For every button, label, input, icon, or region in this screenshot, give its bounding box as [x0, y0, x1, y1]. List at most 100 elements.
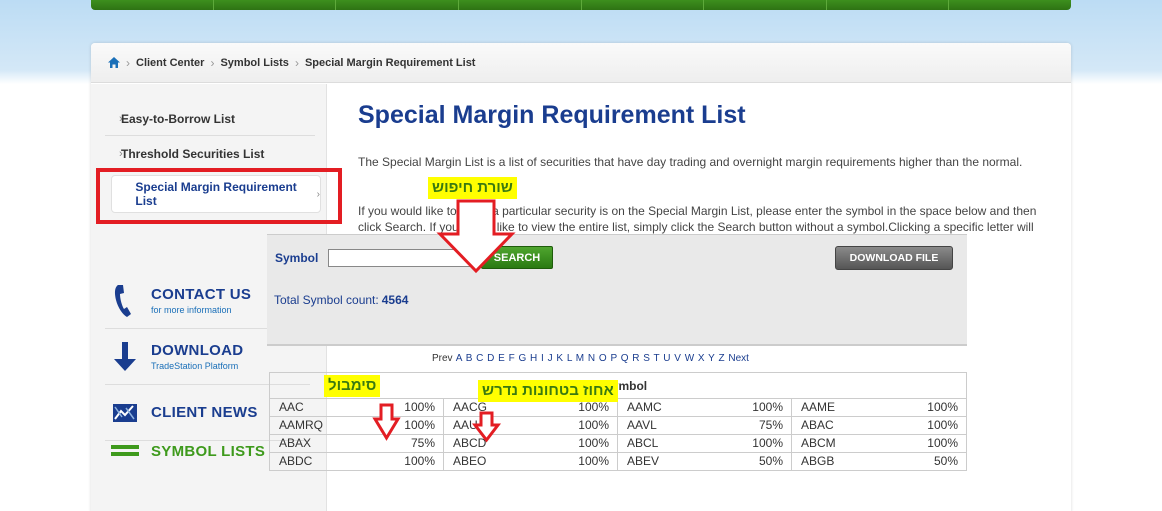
symbol-value[interactable]: ABCL — [627, 435, 658, 452]
breadcrumb-client-center[interactable]: Client Center — [136, 57, 204, 69]
margin-percent-value: 100% — [404, 454, 435, 468]
margin-percent-value: 100% — [578, 418, 609, 432]
margin-percent-value: 50% — [758, 454, 783, 468]
nav-segment[interactable] — [336, 0, 459, 10]
breadcrumb-separator: › — [210, 55, 215, 70]
table-row: ABDC 100% ABEO 100% ABEV 50% ABGB 50% — [270, 453, 966, 471]
symbol-value[interactable]: AAME — [801, 399, 835, 416]
news-chart-icon — [105, 403, 145, 423]
symbol-value[interactable]: ABGB — [801, 453, 834, 470]
chevron-right-icon: › — [119, 147, 123, 160]
margin-percent-value: 100% — [927, 436, 958, 450]
symbol-value[interactable]: ABDC — [279, 453, 312, 470]
table-row: AAC 100% AACG 100% AAMC 100% AAME 100% — [270, 399, 966, 417]
promo-title: SYMBOL LISTS — [151, 442, 266, 460]
table-cell[interactable]: ABEO 100% — [444, 453, 618, 470]
phone-icon — [105, 284, 145, 318]
nav-segment[interactable] — [949, 0, 1071, 10]
breadcrumb-symbol-lists[interactable]: Symbol Lists — [220, 57, 288, 69]
pagination-next[interactable]: Next — [728, 353, 749, 364]
annotation-margin-percent: אחוז בטחונות נדרש — [478, 380, 618, 402]
margin-percent-value: 100% — [578, 454, 609, 468]
table-cell[interactable]: ABCM 100% — [792, 435, 966, 452]
table-cell[interactable]: AAME 100% — [792, 399, 966, 416]
intro-paragraph: The Special Margin List is a list of sec… — [358, 155, 1023, 169]
table-cell[interactable]: AAMRQ 100% — [270, 417, 444, 434]
margin-percent-value: 100% — [404, 400, 435, 414]
margin-percent-value: 75% — [410, 436, 435, 450]
margin-percent-value: 100% — [752, 436, 783, 450]
download-arrow-icon — [105, 341, 145, 372]
table-cell[interactable]: ABEV 50% — [618, 453, 792, 470]
chevron-right-icon: › — [119, 112, 123, 125]
nav-segment[interactable] — [704, 0, 827, 10]
symbol-search-input[interactable] — [328, 249, 478, 267]
sidebar-item-easy-to-borrow[interactable]: › Easy-to-Borrow List — [105, 102, 315, 136]
sidebar-item-threshold-securities[interactable]: › Threshold Securities List — [105, 137, 315, 171]
sidebar-item-label: Threshold Securities List — [121, 146, 265, 161]
table-cell[interactable]: ABCD 100% — [444, 435, 618, 452]
margin-percent-value: 100% — [404, 418, 435, 432]
table-cell[interactable]: AAVL 75% — [618, 417, 792, 434]
symbol-value[interactable]: ABAC — [801, 417, 834, 434]
table-cell[interactable]: AAC 100% — [270, 399, 444, 416]
symbol-value[interactable]: AAU — [453, 417, 478, 434]
symbol-value[interactable]: ABEO — [453, 453, 486, 470]
margin-percent-value: 100% — [927, 400, 958, 414]
annotation-search-bar: שורת חיפוש — [428, 177, 517, 199]
breadcrumb-separator: › — [126, 55, 130, 70]
symbol-value[interactable]: ABCD — [453, 435, 486, 452]
symbol-value[interactable]: AAC — [279, 399, 304, 416]
pagination-letters[interactable]: A B C D E F G H I J K L M N O P Q R S T … — [456, 353, 725, 364]
search-button[interactable]: SEARCH — [481, 246, 553, 269]
breadcrumb: › Client Center › Symbol Lists › Special… — [91, 43, 1071, 83]
table-cell[interactable]: ABGB 50% — [792, 453, 966, 470]
symbol-value[interactable]: ABAX — [279, 435, 311, 452]
search-panel: Symbol SEARCH DOWNLOAD FILE Total Symbol… — [267, 234, 967, 346]
symbol-count-value: 4564 — [381, 293, 409, 307]
table-cell[interactable]: ABAX 75% — [270, 435, 444, 452]
table-row: ABAX 75% ABCD 100% ABCL 100% ABCM 100% — [270, 435, 966, 453]
symbol-value[interactable]: ABEV — [627, 453, 659, 470]
margin-percent-value: 50% — [933, 454, 958, 468]
margin-percent-value: 100% — [752, 400, 783, 414]
table-cell[interactable]: ABCL 100% — [618, 435, 792, 452]
table-cell[interactable]: AAU 100% — [444, 417, 618, 434]
pagination-prev[interactable]: Prev — [432, 353, 453, 364]
list-lines-icon — [105, 444, 145, 458]
sidebar-item-label: Easy-to-Borrow List — [121, 111, 236, 126]
annotation-symbol: סימבול — [324, 375, 381, 397]
symbol-value[interactable]: AAMRQ — [279, 417, 323, 434]
nav-segment[interactable] — [214, 0, 337, 10]
promo-title: CONTACT US — [151, 286, 252, 303]
promo-subtitle: TradeStation Platform — [151, 361, 239, 371]
table-row: AAMRQ 100% AAU 100% AAVL 75% ABAC 100% — [270, 417, 966, 435]
symbol-value[interactable]: AAMC — [627, 399, 662, 416]
home-icon[interactable] — [108, 57, 120, 68]
table-body: AAC 100% AACG 100% AAMC 100% AAME 100% AAMRQ 100%… — [270, 399, 966, 471]
symbol-count: Total Symbol count: 4564 — [274, 293, 408, 307]
table-cell[interactable]: ABDC 100% — [270, 453, 444, 470]
margin-percent-value: 100% — [578, 436, 609, 450]
symbol-count-label: Total Symbol count: — [274, 293, 379, 307]
annotation-red-box — [96, 168, 342, 224]
page-title: Special Margin Requirement List — [358, 101, 746, 129]
promo-title: DOWNLOAD — [151, 342, 244, 359]
nav-segment[interactable] — [827, 0, 950, 10]
top-navigation-bar — [91, 0, 1071, 10]
margin-percent-value: 75% — [758, 418, 783, 432]
symbol-label: Symbol — [275, 251, 319, 265]
margin-percent-value: 100% — [927, 418, 958, 432]
promo-subtitle: for more information — [151, 305, 232, 315]
nav-segment[interactable] — [91, 0, 214, 10]
symbol-value[interactable]: ABCM — [801, 435, 836, 452]
nav-segment[interactable] — [459, 0, 582, 10]
nav-segment[interactable] — [582, 0, 705, 10]
download-file-button[interactable]: DOWNLOAD FILE — [835, 246, 953, 270]
symbol-value[interactable]: AAVL — [627, 417, 657, 434]
table-cell[interactable]: AAMC 100% — [618, 399, 792, 416]
breadcrumb-current: Special Margin Requirement List — [304, 56, 476, 69]
letter-pagination[interactable]: Prev A B C D E F G H I J K L M N O P Q R… — [432, 353, 749, 364]
table-cell[interactable]: ABAC 100% — [792, 417, 966, 434]
breadcrumb-separator: › — [294, 55, 299, 70]
